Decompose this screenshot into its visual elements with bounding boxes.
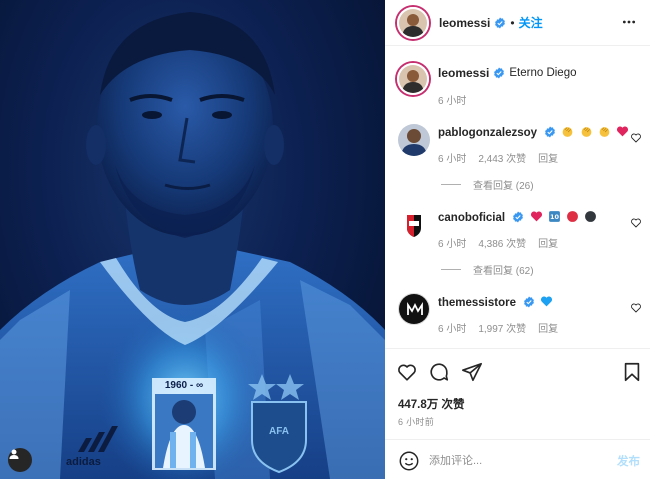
avatar-photo <box>399 9 427 37</box>
verified-badge-icon <box>495 17 506 28</box>
reply-button[interactable]: 回复 <box>538 150 558 165</box>
comment-input[interactable] <box>429 450 599 472</box>
comment-time[interactable]: 6 小时 <box>438 235 466 250</box>
author-avatar[interactable] <box>397 7 429 39</box>
caption-username[interactable]: leomessi <box>438 66 489 80</box>
commenter-avatar[interactable] <box>398 293 430 325</box>
comment-text-row: pablogonzalezsoy 👏👏👏❤️ <box>438 125 629 141</box>
image-badge-text: AFA <box>269 426 289 437</box>
comment-like-heart-icon[interactable] <box>630 302 642 314</box>
comment-text-row: themessistore 💙 <box>438 295 553 311</box>
clapping-hands-icon <box>581 127 592 137</box>
comments-list[interactable]: leomessi Eterno Diego 6 小时 pablogonzalez… <box>385 47 650 347</box>
view-replies-button[interactable]: 查看回复 (26) <box>441 177 534 192</box>
post-actions: 447.8万 次赞 6 小时前 发布 <box>385 348 650 479</box>
commenter-avatar[interactable] <box>398 209 430 241</box>
replies-line <box>441 184 461 185</box>
comment-username[interactable]: canoboficial <box>438 212 505 224</box>
image-brand-text: adidas <box>66 456 101 468</box>
red-heart-icon <box>617 126 629 137</box>
caption-row: leomessi Eterno Diego <box>438 66 577 80</box>
comment-meta: 6 小时 4,386 次赞 回复 <box>438 235 558 250</box>
view-replies-label: 查看回复 (62) <box>473 266 534 277</box>
comment-username[interactable]: themessistore <box>438 297 516 309</box>
smiley-icon[interactable] <box>398 450 420 472</box>
reply-button[interactable]: 回复 <box>538 320 558 335</box>
post-header: leomessi • 关注 <box>385 0 650 46</box>
post-comment-button[interactable]: 发布 <box>617 453 640 469</box>
author-username[interactable]: leomessi <box>439 16 490 30</box>
black-circle-icon <box>585 211 597 222</box>
post-side-panel: leomessi • 关注 leomessi Eterno Diego 6 小时… <box>385 0 650 479</box>
reply-button[interactable]: 回复 <box>538 235 558 250</box>
comment-time[interactable]: 6 小时 <box>438 320 466 335</box>
commenter-avatar[interactable] <box>398 124 430 156</box>
heart-icon[interactable] <box>396 361 418 383</box>
comment-username[interactable]: pablogonzalezsoy <box>438 127 537 139</box>
store-logo-avatar <box>399 294 429 324</box>
comment-composer: 发布 <box>385 439 650 479</box>
avatar-photo <box>398 124 430 156</box>
follow-button[interactable]: 关注 <box>519 14 543 31</box>
replies-line <box>441 269 461 270</box>
red-heart-icon <box>530 211 542 222</box>
post-image[interactable]: 1960 - ∞ adidas AFA <box>0 0 385 479</box>
keycap-ten-icon: 10 <box>548 211 560 222</box>
comment-like-heart-icon[interactable] <box>630 217 642 229</box>
comment-meta: 6 小时 1,997 次赞 回复 <box>438 320 558 335</box>
club-crest-avatar <box>398 209 430 241</box>
view-replies-label: 查看回复 (26) <box>473 181 534 192</box>
verified-badge-icon <box>524 296 535 308</box>
red-circle-icon <box>567 211 578 222</box>
like-count[interactable]: 447.8万 次赞 <box>398 396 464 412</box>
caption-time[interactable]: 6 小时 <box>438 92 466 107</box>
post-photo-illustration <box>0 12 385 479</box>
bookmark-icon[interactable] <box>621 361 643 383</box>
author-avatar[interactable] <box>397 63 429 95</box>
more-horizontal-icon[interactable] <box>622 15 636 29</box>
comment-like-heart-icon[interactable] <box>630 132 642 144</box>
comment-likes[interactable]: 4,386 次赞 <box>478 235 526 250</box>
clapping-hands-icon <box>563 127 573 137</box>
image-date-text: 1960 - ∞ <box>164 380 204 391</box>
verified-badge-icon <box>494 67 505 79</box>
paper-plane-icon[interactable] <box>461 361 483 383</box>
verified-badge-icon <box>545 126 556 138</box>
comment-time[interactable]: 6 小时 <box>438 150 466 165</box>
view-replies-button[interactable]: 查看回复 (62) <box>441 262 534 277</box>
caption-text: Eterno Diego <box>509 67 577 79</box>
blue-heart-icon <box>541 296 553 307</box>
avatar-photo <box>399 65 427 93</box>
user-icon <box>9 449 19 459</box>
comment-icon[interactable] <box>428 361 450 383</box>
comment-text-row: canoboficial ❤️🔟🔴⚫ 10 <box>438 210 597 226</box>
comment-likes[interactable]: 1,997 次赞 <box>478 320 526 335</box>
comment-meta: 6 小时 2,443 次赞 回复 <box>438 150 558 165</box>
svg-text:10: 10 <box>550 213 560 221</box>
separator-dot: • <box>510 15 515 30</box>
post-timestamp[interactable]: 6 小时前 <box>398 415 434 428</box>
user-tag-icon[interactable] <box>8 448 32 472</box>
verified-badge-icon <box>513 211 524 223</box>
comment-likes[interactable]: 2,443 次赞 <box>478 150 526 165</box>
clapping-hands-icon <box>599 127 610 137</box>
author-row: leomessi • 关注 <box>439 14 543 31</box>
caption-meta: 6 小时 <box>438 92 466 107</box>
